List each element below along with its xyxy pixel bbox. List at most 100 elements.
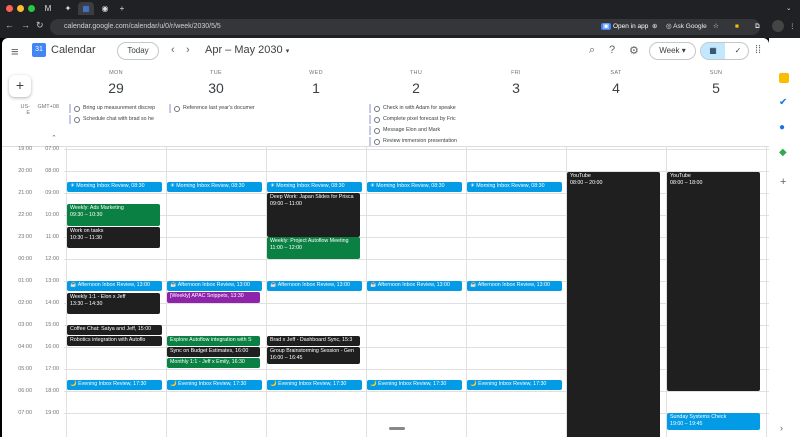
settings-gear-icon[interactable]: ⚙ bbox=[629, 44, 639, 57]
day-number[interactable]: 30 bbox=[166, 80, 266, 96]
zoom-icon[interactable]: ⊕ bbox=[652, 21, 657, 33]
event-evening-inbox[interactable]: 🌙 Evening Inbox Review, 17:30 bbox=[167, 380, 262, 390]
gmail-tab-icon[interactable]: M bbox=[40, 2, 56, 15]
day-number[interactable]: 5 bbox=[666, 80, 766, 96]
calendar-view-icon[interactable]: ▦ bbox=[701, 43, 725, 59]
event-dashboard-sync[interactable]: Brad x Jeff - Dashboard Sync, 15:3 bbox=[267, 336, 360, 346]
allday-task[interactable]: Schedule chat with brad so he bbox=[69, 115, 161, 124]
event-explore-autoflow[interactable]: Explore Autoflow integration with S bbox=[167, 336, 260, 346]
hour-label-secondary: 14:00 bbox=[45, 300, 59, 306]
event-afternoon-inbox[interactable]: ☕ Afternoon Inbox Review, 13:00 bbox=[267, 281, 362, 291]
event-morning-inbox[interactable]: ☀ Morning Inbox Review, 08:30 bbox=[467, 182, 562, 192]
event-afternoon-inbox[interactable]: ☕ Afternoon Inbox Review, 13:00 bbox=[367, 281, 462, 291]
minimize-window-icon[interactable] bbox=[17, 5, 24, 12]
hide-panel-icon[interactable]: › bbox=[780, 423, 783, 433]
allday-task[interactable]: Review immersion presentation bbox=[369, 137, 461, 146]
open-in-app-button[interactable]: ▣ Open in app bbox=[601, 21, 648, 33]
event-coffee-chat[interactable]: Coffee Chat: Satya and Jeff, 15:00 bbox=[67, 325, 162, 335]
browser-menu-icon[interactable]: ⋮ bbox=[789, 21, 796, 33]
event-monthly-emily[interactable]: Monthly 1:1 - Jeff x Emily, 16:30 bbox=[167, 358, 260, 368]
calendar-tab-icon[interactable]: ▦ bbox=[78, 2, 94, 15]
maps-icon[interactable]: ◆ bbox=[779, 147, 787, 158]
event-sunday-systems[interactable]: Sunday Systems Check 19:00 – 19:45 bbox=[667, 413, 760, 430]
event-evening-inbox[interactable]: 🌙 Evening Inbox Review, 17:30 bbox=[367, 380, 462, 390]
event-evening-inbox[interactable]: 🌙 Evening Inbox Review, 17:30 bbox=[267, 380, 362, 390]
event-evening-inbox[interactable]: 🌙 Evening Inbox Review, 17:30 bbox=[467, 380, 562, 390]
event-morning-inbox[interactable]: ☀ Morning Inbox Review, 08:30 bbox=[267, 182, 362, 192]
next-week-icon[interactable]: › bbox=[186, 44, 190, 56]
event-project-autoflow[interactable]: Weekly: Project Autoflow Meeting 11:00 –… bbox=[267, 237, 360, 259]
tab-search-icon[interactable]: ⌄ bbox=[786, 3, 791, 15]
tasks-view-icon[interactable]: ✓ bbox=[726, 43, 748, 59]
event-time: 08:00 – 20:00 bbox=[570, 179, 603, 186]
allday-task[interactable]: Check in with Adam for speake bbox=[369, 104, 461, 113]
event-afternoon-inbox[interactable]: ☕ Afternoon Inbox Review, 13:00 bbox=[67, 281, 162, 291]
event-morning-inbox[interactable]: ☀ Morning Inbox Review, 08:30 bbox=[167, 182, 262, 192]
apps-grid-icon[interactable]: ⁞⁞ bbox=[755, 44, 761, 56]
event-group-brainstorming[interactable]: Group Brainstorming Session - Gen 16:00 … bbox=[267, 347, 360, 364]
event-morning-inbox[interactable]: ☀ Morning Inbox Review, 08:30 bbox=[67, 182, 162, 192]
event-afternoon-inbox[interactable]: ☕ Afternoon Inbox Review, 13:00 bbox=[467, 281, 562, 291]
hour-line bbox=[64, 215, 769, 216]
allday-task[interactable]: Reference last year's documer bbox=[169, 104, 261, 113]
allday-task[interactable]: Bring up measurement discrep bbox=[69, 104, 161, 113]
extension-icon[interactable]: ■ bbox=[735, 21, 739, 33]
event-apac-snippets[interactable]: [Weekly] APAC Snippets, 13:30 bbox=[167, 292, 260, 303]
event-budget-sync[interactable]: Sync on Budget Estimates, 16:00 bbox=[167, 347, 260, 357]
timezone-secondary: GMT+08 bbox=[37, 104, 59, 110]
allday-task[interactable]: Message Elon and Mark bbox=[369, 126, 461, 135]
reload-icon[interactable]: ↻ bbox=[36, 20, 44, 31]
extensions-puzzle-icon[interactable]: ⧉ bbox=[755, 21, 760, 33]
event-weekly-elon[interactable]: Weekly 1:1 - Elon x Jeff 13:30 – 14:30 bbox=[67, 293, 160, 314]
view-selector[interactable]: Week ▾ bbox=[649, 42, 696, 60]
event-robotics[interactable]: Robotics integration with Autoflo bbox=[67, 336, 162, 346]
day-number[interactable]: 3 bbox=[466, 80, 566, 96]
timezone-primary: US-E bbox=[20, 104, 30, 116]
allday-task[interactable]: Complete pixel forecast by Fric bbox=[369, 115, 461, 124]
hour-line bbox=[64, 237, 769, 238]
event-work-on-tasks[interactable]: Work on tasks 10:30 – 11:30 bbox=[67, 227, 160, 248]
bookmark-icon[interactable]: ☆ bbox=[713, 21, 719, 33]
drag-handle[interactable] bbox=[389, 427, 405, 430]
previous-week-icon[interactable]: ‹ bbox=[171, 44, 175, 56]
tasks-icon[interactable]: ✔ bbox=[779, 97, 787, 108]
day-number[interactable]: 4 bbox=[566, 80, 666, 96]
new-tab-button[interactable]: + bbox=[114, 2, 130, 15]
day-number[interactable]: 29 bbox=[66, 80, 166, 96]
day-number[interactable]: 2 bbox=[366, 80, 466, 96]
keep-icon[interactable] bbox=[779, 73, 789, 83]
help-icon[interactable]: ? bbox=[609, 44, 615, 56]
maximize-window-icon[interactable] bbox=[28, 5, 35, 12]
event-morning-inbox[interactable]: ☀ Morning Inbox Review, 08:30 bbox=[367, 182, 462, 192]
create-event-button[interactable]: + bbox=[9, 75, 31, 97]
calendar-logo-icon: 31 bbox=[32, 43, 46, 57]
close-window-icon[interactable] bbox=[6, 5, 13, 12]
event-time: 09:30 – 10:30 bbox=[70, 211, 103, 218]
calendar-app: ≡ 31 Calendar Today ‹ › Apr – May 2030 ▾… bbox=[2, 38, 769, 437]
event-ads-marketing[interactable]: Weekly: Ads Marketing 09:30 – 10:30 bbox=[67, 204, 160, 226]
search-icon[interactable]: ⌕ bbox=[589, 44, 595, 57]
day-number[interactable]: 1 bbox=[266, 80, 366, 96]
calendar-tasks-toggle[interactable]: ▦ ✓ bbox=[700, 42, 749, 60]
forward-icon[interactable]: → bbox=[21, 20, 30, 30]
chrome-tab-icon[interactable]: ◉ bbox=[97, 2, 113, 15]
hour-label-primary: 23:00 bbox=[18, 234, 32, 240]
gemini-tab-icon[interactable]: ✦ bbox=[60, 2, 76, 15]
back-icon[interactable]: ← bbox=[5, 20, 14, 30]
ask-google-button[interactable]: ◎ Ask Google bbox=[666, 21, 707, 33]
event-youtube-sun[interactable]: YouTube 08:00 – 18:00 bbox=[667, 172, 760, 391]
event-evening-inbox[interactable]: 🌙 Evening Inbox Review, 17:30 bbox=[67, 380, 162, 390]
event-youtube-sat[interactable]: YouTube 08:00 – 20:00 bbox=[567, 172, 660, 437]
event-time: 10:30 – 11:30 bbox=[70, 234, 103, 241]
hour-label-secondary: 17:00 bbox=[45, 366, 59, 372]
main-menu-icon[interactable]: ≡ bbox=[11, 44, 19, 59]
hour-label-primary: 07:00 bbox=[18, 410, 32, 416]
profile-avatar[interactable] bbox=[772, 20, 784, 32]
collapse-allday-icon[interactable]: ⌃ bbox=[51, 134, 57, 142]
today-button[interactable]: Today bbox=[117, 42, 159, 60]
get-addons-icon[interactable]: + bbox=[780, 176, 786, 188]
contacts-icon[interactable]: ● bbox=[779, 122, 785, 133]
date-range-picker[interactable]: Apr – May 2030 ▾ bbox=[205, 44, 289, 56]
event-deep-work[interactable]: Deep Work: Japan Slides for Prisca 09:00… bbox=[267, 193, 360, 237]
event-afternoon-inbox[interactable]: ☕ Afternoon Inbox Review, 13:00 bbox=[167, 281, 262, 291]
